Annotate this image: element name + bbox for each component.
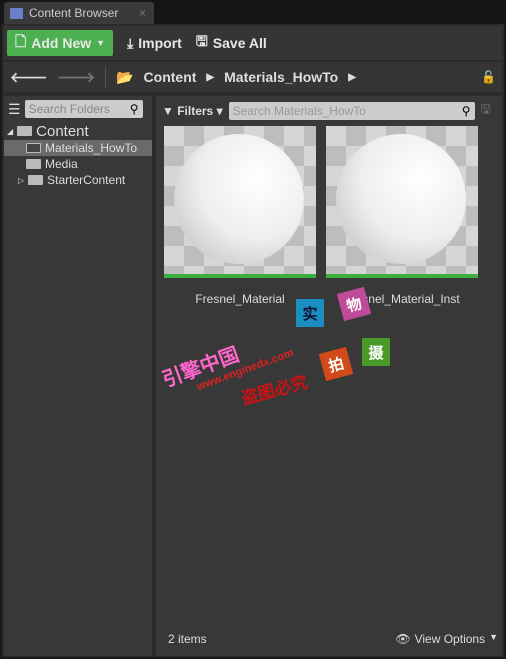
add-new-label: Add New (31, 35, 92, 51)
asset-thumbnail-fresnel-material-inst[interactable] (326, 126, 478, 278)
tree-item-content[interactable]: ◢ Content (4, 122, 152, 140)
tree-item-materials-howto[interactable]: Materials_HowTo (4, 140, 152, 156)
chevron-down-icon: ▼ (489, 632, 498, 642)
filters-button[interactable]: ▼ Filters ▾ (162, 104, 223, 118)
import-label: Import (138, 35, 182, 51)
tab-bar: Content Browser × (0, 0, 506, 24)
tab-content-browser[interactable]: Content Browser × (4, 2, 154, 24)
material-sphere-preview (336, 134, 466, 264)
tab-title: Content Browser (29, 6, 119, 20)
view-options-label: View Options (414, 632, 486, 646)
asset-thumbnail-fresnel-material[interactable] (164, 126, 316, 278)
file-icon: 🗋 (15, 33, 27, 49)
tree-item-startercontent[interactable]: ▷ StarterContent (4, 172, 152, 188)
folder-sidebar: ☰ Search Folders ⚲ ◢ Content Materials_How… (4, 96, 152, 656)
breadcrumb-materials-howto[interactable]: Materials_HowTo (224, 69, 338, 85)
chevron-right-icon[interactable]: ▶ (348, 72, 356, 83)
search-folders-placeholder: Search Folders (28, 102, 110, 116)
eye-icon: 👁 (395, 632, 411, 646)
search-assets-input[interactable]: Search Materials_HowTo ⚲ (228, 101, 475, 120)
folder-open-icon: 📂 (116, 68, 134, 85)
asset-view: ▼ Filters ▾ Search Materials_HowTo ⚲ 🖫 Fr… (156, 96, 502, 656)
toolbar: 🗋 Add New ▼ ⤓ Import 🖫 Save All (4, 26, 502, 60)
path-bar: 🡐 🡒 📂 Content ▶ Materials_HowTo ▶ 🔓 (4, 62, 502, 92)
tree-toggle-icon[interactable]: ☰ (8, 101, 21, 118)
folder-icon (26, 143, 41, 153)
filters-label: Filters (177, 103, 214, 118)
search-icon: ⚲ (129, 102, 139, 116)
import-button[interactable]: ⤓ Import (127, 35, 182, 52)
save-icon: 🖫 (195, 33, 208, 49)
tree-label: Materials_HowTo (45, 141, 138, 155)
forward-arrow-icon[interactable]: 🡒 (58, 69, 96, 86)
folder-icon (26, 159, 41, 169)
view-options-button[interactable]: 👁 View Options ▼ (395, 632, 498, 646)
expand-arrow-icon[interactable]: ▷ (18, 176, 24, 185)
tree-label: Media (45, 157, 78, 171)
content-browser-icon (10, 7, 23, 19)
watermark-char: 拍 (318, 346, 354, 382)
save-search-icon[interactable]: 🖫 (481, 100, 491, 121)
search-icon: ⚲ (461, 103, 471, 118)
breadcrumb-content[interactable]: Content (144, 69, 197, 85)
folder-tree: ◢ Content Materials_HowTo Media ▷ StarterC… (4, 122, 152, 188)
tree-label: StarterContent (47, 173, 126, 187)
chevron-down-icon: ▼ (96, 38, 106, 48)
back-arrow-icon[interactable]: 🡐 (10, 69, 48, 86)
add-new-button[interactable]: 🗋 Add New ▼ (7, 30, 114, 56)
chevron-right-icon[interactable]: ▶ (206, 72, 214, 83)
item-count: 2 items (168, 632, 207, 646)
watermark-char: 摄 (362, 338, 390, 366)
content-browser-panel: 🗋 Add New ▼ ⤓ Import 🖫 Save All 🡐 🡒 📂 Conten… (2, 24, 504, 657)
close-icon[interactable]: × (139, 6, 146, 20)
watermark-char: 实 (296, 299, 324, 327)
material-sphere-preview (174, 134, 304, 264)
search-assets-placeholder: Search Materials_HowTo (232, 103, 366, 118)
save-all-label: Save All (212, 35, 267, 51)
search-folders-input[interactable]: Search Folders ⚲ (24, 100, 143, 118)
tree-label: Content (36, 122, 89, 140)
save-all-button[interactable]: 🖫 Save All (196, 31, 267, 55)
divider (105, 67, 107, 87)
download-icon: ⤓ (127, 34, 134, 51)
lock-icon[interactable]: 🔓 (481, 70, 496, 84)
folder-icon (28, 175, 44, 185)
tree-item-media[interactable]: Media (4, 156, 152, 172)
